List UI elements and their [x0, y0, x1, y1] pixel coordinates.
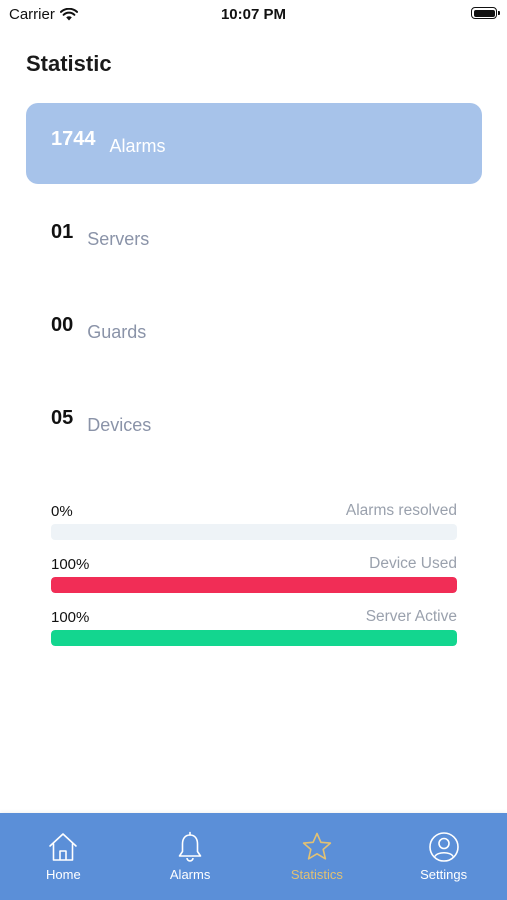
tab-label: Alarms [169, 867, 211, 882]
progress-label: Alarms resolved [345, 502, 457, 519]
stat-value: 1744 [51, 128, 96, 150]
clock: 10:07 PM [220, 6, 287, 23]
battery-icon [471, 7, 500, 19]
stat-row-devices[interactable]: 05 Devices [26, 382, 482, 463]
tab-label: Settings [420, 867, 468, 882]
stat-row-servers[interactable]: 01 Servers [26, 196, 482, 277]
progress-percent: 100% [51, 556, 90, 573]
star-icon [302, 832, 332, 860]
progress-fill [51, 630, 457, 646]
progress-label: Device Used [369, 555, 457, 572]
tab-label: Home [46, 867, 81, 882]
tab-statistics[interactable]: Statistics [262, 813, 372, 900]
tab-home[interactable]: Home [8, 813, 118, 900]
status-bar: Carrier 10:07 PM [0, 0, 507, 30]
tab-settings[interactable]: Settings [389, 813, 499, 900]
home-icon [49, 833, 78, 861]
profile-icon [428, 832, 459, 862]
progress-track [51, 524, 457, 540]
progress-fill [51, 577, 457, 593]
progress-server-active: 100% Server Active [51, 608, 457, 646]
stat-label: Servers [87, 229, 150, 249]
tab-bar: Home Alarms Statistics Settings [0, 813, 507, 900]
progress-device-used: 100% Device Used [51, 555, 457, 593]
progress-label: Server Active [365, 608, 457, 625]
stat-value: 00 [51, 314, 74, 336]
progress-track [51, 577, 457, 593]
bell-icon [178, 831, 202, 862]
tab-label: Statistics [290, 867, 343, 882]
progress-percent: 0% [51, 503, 73, 520]
stat-value: 01 [51, 221, 74, 243]
progress-percent: 100% [51, 609, 90, 626]
page-title: Statistic [26, 51, 112, 76]
stat-label: Devices [87, 415, 152, 435]
progress-alarms-resolved: 0% Alarms resolved [51, 502, 457, 540]
stat-label: Guards [87, 322, 147, 342]
stat-label: Alarms [109, 136, 166, 156]
tab-alarms[interactable]: Alarms [135, 813, 245, 900]
stat-row-alarms[interactable]: 1744 Alarms [26, 103, 482, 184]
progress-track [51, 630, 457, 646]
stat-value: 05 [51, 407, 74, 429]
stat-row-guards[interactable]: 00 Guards [26, 289, 482, 370]
